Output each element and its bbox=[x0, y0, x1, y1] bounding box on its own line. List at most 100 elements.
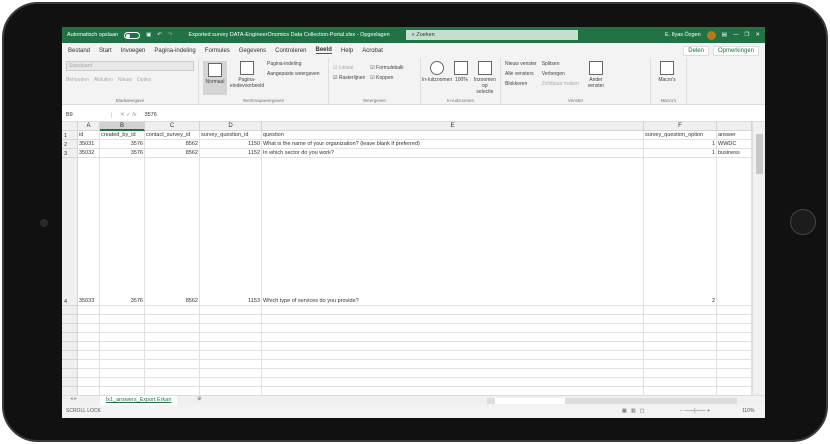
table-cell[interactable] bbox=[145, 369, 200, 378]
table-cell[interactable]: Which type of services do you provide? bbox=[262, 158, 644, 306]
table-cell[interactable]: id bbox=[78, 131, 100, 140]
comments-button[interactable]: Opmerkingen bbox=[713, 46, 759, 56]
autosave-toggle[interactable] bbox=[124, 32, 140, 39]
tab-invoegen[interactable]: Invoegen bbox=[121, 48, 146, 54]
column-header[interactable]: D bbox=[200, 122, 262, 131]
table-cell[interactable] bbox=[717, 378, 752, 387]
table-cell[interactable] bbox=[100, 369, 145, 378]
home-button[interactable] bbox=[790, 209, 816, 235]
row-header[interactable]: 4 bbox=[62, 158, 78, 306]
table-cell[interactable] bbox=[717, 306, 752, 315]
table-cell[interactable] bbox=[262, 342, 644, 351]
table-cell[interactable] bbox=[145, 378, 200, 387]
table-cell[interactable]: 8562 bbox=[145, 149, 200, 158]
custom-views-button[interactable]: Aangepaste weergaven bbox=[267, 71, 320, 77]
table-cell[interactable] bbox=[200, 342, 262, 351]
table-cell[interactable] bbox=[644, 351, 717, 360]
row-header[interactable] bbox=[62, 360, 78, 369]
table-cell[interactable] bbox=[100, 351, 145, 360]
search-box[interactable]: ⌕ Zoeken bbox=[406, 30, 578, 40]
row-header[interactable] bbox=[62, 324, 78, 333]
table-cell[interactable]: 3576 bbox=[100, 158, 145, 306]
zoom-button[interactable]: In-/uitzoomen bbox=[425, 61, 449, 101]
table-cell[interactable] bbox=[262, 360, 644, 369]
row-header[interactable]: 1 bbox=[62, 131, 78, 140]
row-header[interactable]: 3 bbox=[62, 149, 78, 158]
table-cell[interactable] bbox=[200, 351, 262, 360]
row-header[interactable] bbox=[62, 333, 78, 342]
table-cell[interactable] bbox=[644, 333, 717, 342]
tab-beeld[interactable]: Beeld bbox=[316, 47, 332, 54]
headings-checkbox[interactable]: ☑ Koppen bbox=[370, 75, 403, 81]
table-cell[interactable]: answer bbox=[717, 131, 752, 140]
table-cell[interactable] bbox=[145, 306, 200, 315]
column-header[interactable] bbox=[717, 122, 752, 131]
table-cell[interactable] bbox=[717, 369, 752, 378]
column-header[interactable]: F bbox=[644, 122, 717, 131]
normal-view-button[interactable]: Normaal bbox=[203, 61, 227, 95]
tab-help[interactable]: Help bbox=[341, 48, 353, 54]
table-cell[interactable] bbox=[717, 324, 752, 333]
table-cell[interactable] bbox=[262, 351, 644, 360]
unhide-button[interactable]: Zichtbaar maken bbox=[542, 81, 579, 87]
formula-input[interactable]: 3576 bbox=[145, 112, 157, 118]
undo-icon[interactable]: ↶ bbox=[157, 32, 162, 38]
table-cell[interactable] bbox=[145, 324, 200, 333]
table-cell[interactable] bbox=[200, 324, 262, 333]
table-cell[interactable] bbox=[100, 360, 145, 369]
sheet-view-dropdown[interactable]: Standaard bbox=[66, 61, 194, 71]
table-cell[interactable]: 1153 bbox=[200, 158, 262, 306]
tab-start[interactable]: Start bbox=[99, 48, 112, 54]
table-cell[interactable]: business bbox=[717, 149, 752, 158]
table-cell[interactable]: 35033 bbox=[78, 158, 100, 306]
row-header[interactable]: 2 bbox=[62, 140, 78, 149]
ruler-checkbox[interactable]: ☑ Liniaal bbox=[333, 65, 365, 71]
row-header[interactable] bbox=[62, 369, 78, 378]
table-cell[interactable] bbox=[262, 324, 644, 333]
table-cell[interactable] bbox=[644, 342, 717, 351]
row-header[interactable] bbox=[62, 306, 78, 315]
table-cell[interactable] bbox=[717, 333, 752, 342]
column-header[interactable]: E bbox=[262, 122, 644, 131]
column-header[interactable]: B bbox=[100, 122, 145, 131]
add-sheet-icon[interactable]: ⊕ bbox=[197, 396, 202, 402]
column-header[interactable]: A bbox=[78, 122, 100, 131]
ribbon-display-icon[interactable]: ▤ bbox=[722, 32, 727, 38]
table-cell[interactable] bbox=[78, 369, 100, 378]
table-cell[interactable] bbox=[200, 369, 262, 378]
table-cell[interactable] bbox=[100, 378, 145, 387]
table-cell[interactable] bbox=[100, 324, 145, 333]
horizontal-scrollbar[interactable] bbox=[487, 398, 737, 404]
table-cell[interactable] bbox=[200, 315, 262, 324]
table-cell[interactable] bbox=[644, 378, 717, 387]
table-cell[interactable] bbox=[100, 315, 145, 324]
table-cell[interactable]: 1152 bbox=[200, 149, 262, 158]
table-cell[interactable] bbox=[78, 360, 100, 369]
table-cell[interactable]: 1150 bbox=[200, 140, 262, 149]
table-cell[interactable]: 1 bbox=[644, 140, 717, 149]
vertical-scrollbar[interactable] bbox=[752, 122, 765, 395]
table-cell[interactable] bbox=[78, 351, 100, 360]
table-cell[interactable] bbox=[100, 333, 145, 342]
table-cell[interactable] bbox=[78, 333, 100, 342]
save-icon[interactable]: ▣ bbox=[146, 32, 151, 38]
exit-button[interactable]: Afsluiten bbox=[94, 77, 113, 83]
tab-formules[interactable]: Formules bbox=[205, 48, 230, 54]
table-cell[interactable] bbox=[200, 306, 262, 315]
tab-bestand[interactable]: Bestand bbox=[68, 48, 90, 54]
restore-icon[interactable]: ❐ bbox=[744, 32, 749, 38]
table-cell[interactable]: In which sector do you work? bbox=[262, 149, 644, 158]
table-cell[interactable]: 35031 bbox=[78, 140, 100, 149]
table-cell[interactable] bbox=[717, 315, 752, 324]
table-cell[interactable]: 3576 bbox=[100, 140, 145, 149]
table-cell[interactable] bbox=[262, 306, 644, 315]
tab-pagina-indeling[interactable]: Pagina-indeling bbox=[154, 48, 195, 54]
table-cell[interactable] bbox=[145, 360, 200, 369]
avatar[interactable] bbox=[707, 31, 716, 40]
table-cell[interactable]: 3576 bbox=[100, 149, 145, 158]
table-cell[interactable]: survey_question_option bbox=[644, 131, 717, 140]
row-header[interactable] bbox=[62, 315, 78, 324]
tab-gegevens[interactable]: Gegevens bbox=[239, 48, 266, 54]
new-view-button[interactable]: Nieuw bbox=[118, 77, 132, 83]
table-cell[interactable] bbox=[100, 306, 145, 315]
